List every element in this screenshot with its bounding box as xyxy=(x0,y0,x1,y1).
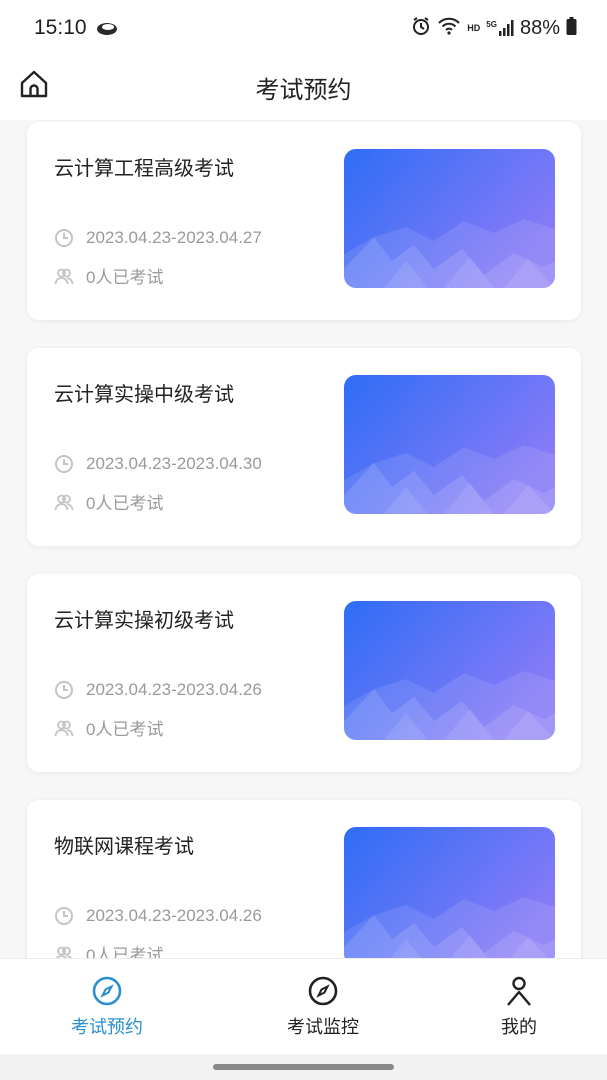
exam-date-range: 2023.04.23-2023.04.30 xyxy=(86,454,262,473)
clock-icon xyxy=(55,455,73,473)
exam-card[interactable]: 云计算实操中级考试 2023.04.23-2023.04.30 0人已考试 xyxy=(27,348,581,546)
exam-date-range: 2023.04.23-2023.04.27 xyxy=(86,228,262,247)
status-time: 15:10 xyxy=(34,16,87,39)
tab-exam-booking[interactable]: 考试预约 xyxy=(6,959,208,1055)
exam-card[interactable]: 云计算工程高级考试 2023.04.23-2023.04.27 0人已考试 xyxy=(27,122,581,320)
tab-label: 我的 xyxy=(501,1017,537,1038)
tab-label: 考试监控 xyxy=(287,1017,359,1038)
tab-exam-monitor[interactable]: 考试监控 xyxy=(222,959,424,1055)
exam-title: 云计算实操初级考试 xyxy=(54,608,234,632)
exam-taken-count: 0人已考试 xyxy=(86,946,164,958)
cloud-icon xyxy=(96,20,118,40)
people-icon xyxy=(54,720,74,736)
exam-thumbnail xyxy=(344,827,555,958)
signal-icon: 5G xyxy=(486,20,514,36)
alarm-icon xyxy=(411,16,431,40)
tab-label: 考试预约 xyxy=(71,1017,143,1038)
network-label: HD xyxy=(467,23,481,33)
exam-date-row: 2023.04.23-2023.04.30 xyxy=(54,454,262,474)
clock-icon xyxy=(55,681,73,699)
clock-icon xyxy=(55,229,73,247)
exam-thumbnail xyxy=(344,601,555,740)
exam-date-row: 2023.04.23-2023.04.27 xyxy=(54,228,262,248)
gesture-bar[interactable] xyxy=(213,1064,394,1070)
exam-taken-count: 0人已考试 xyxy=(86,268,164,287)
people-icon xyxy=(54,494,74,510)
exam-date-range: 2023.04.23-2023.04.26 xyxy=(86,906,262,925)
status-bar: 15:10 HD 5G 88% xyxy=(0,0,607,58)
header: 考试预约 xyxy=(0,58,607,120)
people-icon xyxy=(55,946,73,958)
exam-title: 云计算实操中级考试 xyxy=(54,382,234,406)
exam-thumbnail xyxy=(344,375,555,514)
page-title: 考试预约 xyxy=(255,76,352,104)
exam-date-row: 2023.04.23-2023.04.26 xyxy=(54,906,262,926)
person-icon xyxy=(503,975,535,1011)
exam-date-row: 2023.04.23-2023.04.26 xyxy=(54,680,262,700)
exam-count-row: 0人已考试 xyxy=(54,263,163,288)
clock-icon xyxy=(55,907,73,925)
people-icon xyxy=(54,268,74,284)
compass-icon xyxy=(307,975,339,1011)
tab-mine[interactable]: 我的 xyxy=(418,959,607,1055)
exam-title: 云计算工程高级考试 xyxy=(54,156,234,180)
wifi-icon xyxy=(437,16,461,40)
exam-card[interactable]: 物联网课程考试 2023.04.23-2023.04.26 0人已考试 xyxy=(27,800,581,958)
exam-count-row: 0人已考试 xyxy=(54,941,163,958)
exam-date-range: 2023.04.23-2023.04.26 xyxy=(86,680,262,699)
exam-count-row: 0人已考试 xyxy=(54,489,163,514)
exam-taken-count: 0人已考试 xyxy=(86,720,164,739)
gesture-area xyxy=(0,1054,607,1080)
exam-title: 物联网课程考试 xyxy=(54,834,194,858)
exam-card[interactable]: 云计算实操初级考试 2023.04.23-2023.04.26 0人已考试 xyxy=(27,574,581,772)
status-icons: HD 5G 88% xyxy=(411,16,577,40)
battery-percent: 88% xyxy=(519,16,560,39)
compass-icon xyxy=(91,975,123,1011)
battery-icon xyxy=(566,17,577,39)
exam-taken-count: 0人已考试 xyxy=(86,494,164,513)
bottom-nav: 考试预约 考试监控 我的 xyxy=(0,958,607,1054)
signal-label: 5G xyxy=(486,20,497,29)
exam-count-row: 0人已考试 xyxy=(54,715,163,740)
exam-thumbnail xyxy=(344,149,555,288)
exam-list: 云计算工程高级考试 2023.04.23-2023.04.27 0人已考试 云计… xyxy=(0,120,607,958)
